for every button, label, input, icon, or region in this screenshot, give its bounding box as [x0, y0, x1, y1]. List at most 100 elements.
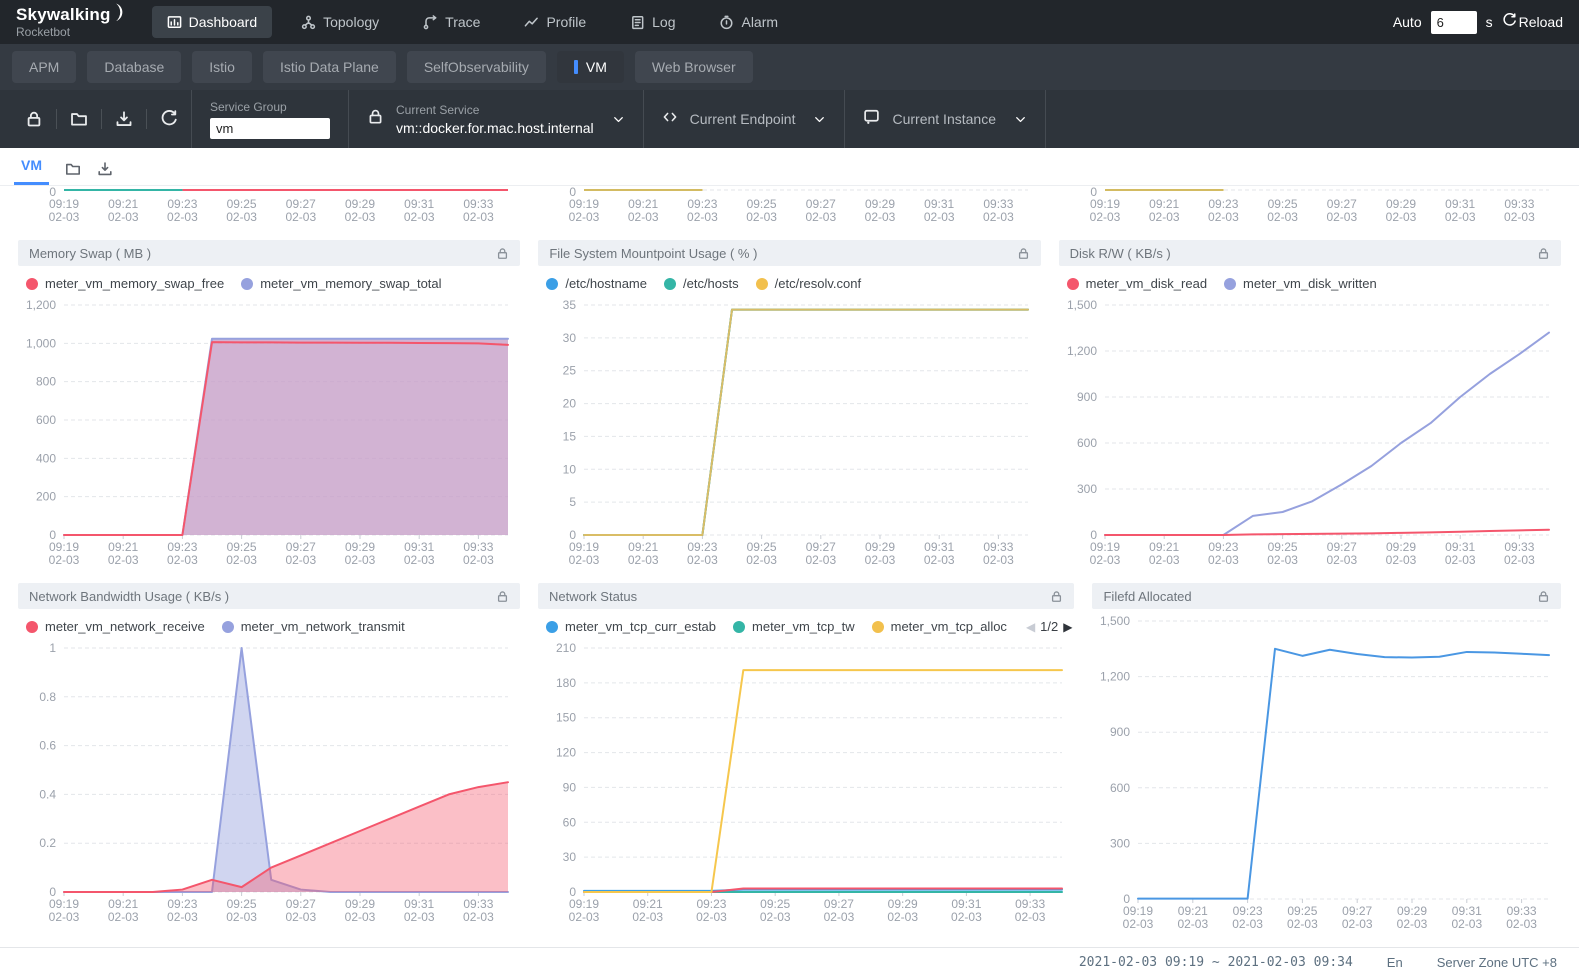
svg-text:120: 120 [556, 746, 576, 760]
dashboard-tab-istio[interactable]: Istio [192, 51, 252, 83]
chart-network-status[interactable]: 210180150120906030009:1902-0309:2102-030… [538, 636, 1074, 931]
chart-fs-mountpoint-usage[interactable]: 3530252015105009:1902-0309:2102-0309:230… [538, 293, 1040, 574]
legend-row: meter_vm_disk_read meter_vm_disk_written [1059, 266, 1561, 293]
svg-text:09:23: 09:23 [167, 540, 197, 554]
panel-lock-icon[interactable] [1537, 247, 1550, 260]
panel-cutoff-left: 009:1902-0309:2102-0309:2302-0309:2502-0… [18, 187, 520, 236]
chart-filefd-allocated[interactable]: 1,5001,200900600300009:1902-0309:2102-03… [1092, 609, 1561, 938]
legend-prev-icon[interactable]: ◀ [1026, 620, 1035, 634]
current-service-select[interactable]: Current Service vm::docker.for.mac.host.… [349, 103, 643, 136]
server-zone[interactable]: Server Zone UTC +8 [1437, 955, 1557, 970]
nav-item-profile[interactable]: Profile [509, 6, 601, 38]
dashboard-tab-istio-data-plane[interactable]: Istio Data Plane [263, 51, 396, 83]
svg-text:02-03: 02-03 [1397, 917, 1428, 931]
legend-dot-icon [664, 278, 676, 290]
svg-text:02-03: 02-03 [463, 553, 494, 567]
legend-item[interactable]: /etc/hostname [546, 276, 647, 291]
svg-text:300: 300 [1077, 482, 1097, 496]
nav-item-dashboard[interactable]: Dashboard [152, 6, 273, 38]
service-group-input[interactable] [210, 118, 330, 139]
panel-lock-icon[interactable] [1537, 590, 1550, 603]
svg-text:09:33: 09:33 [1507, 904, 1537, 918]
legend-dot-icon [26, 278, 38, 290]
svg-text:02-03: 02-03 [49, 553, 80, 567]
legend-dot-icon [1067, 278, 1079, 290]
current-instance-select[interactable]: Current Instance [845, 108, 1045, 130]
nav-item-label: Alarm [741, 14, 778, 30]
svg-text:5: 5 [570, 495, 577, 509]
svg-text:600: 600 [1110, 781, 1130, 795]
legend-item[interactable]: meter_vm_disk_read [1067, 276, 1207, 291]
selector-toolbar: Service Group Current Service vm::docker… [0, 90, 1579, 148]
lock-button[interactable] [12, 110, 56, 128]
legend-dot-icon [1224, 278, 1236, 290]
chart-disk-rw[interactable]: 1,5001,200900600300009:1902-0309:2102-03… [1059, 293, 1561, 574]
chart-cutoff-left[interactable]: 009:1902-0309:2102-0309:2302-0309:2502-0… [18, 187, 520, 236]
legend-item[interactable]: meter_vm_disk_written [1224, 276, 1377, 291]
legend-label: /etc/hosts [683, 276, 739, 291]
tab-vm[interactable]: VM [14, 148, 49, 185]
legend-item[interactable]: /etc/hosts [664, 276, 739, 291]
svg-text:20: 20 [563, 397, 577, 411]
legend-item[interactable]: meter_vm_tcp_alloc [872, 619, 1007, 634]
svg-text:09:21: 09:21 [108, 897, 138, 911]
legend-item[interactable]: meter_vm_memory_swap_total [241, 276, 441, 291]
chart-memory-swap[interactable]: 1,2001,000800600400200009:1902-0309:2102… [18, 293, 520, 574]
svg-text:09:33: 09:33 [463, 197, 493, 211]
svg-text:1,500: 1,500 [1067, 298, 1097, 312]
current-endpoint-select[interactable]: Current Endpoint [644, 109, 845, 130]
svg-text:02-03: 02-03 [285, 210, 316, 224]
svg-text:02-03: 02-03 [1504, 553, 1535, 567]
panel-filefd-allocated: Filefd Allocated1,5001,200900600300009:1… [1092, 583, 1561, 938]
reload-button[interactable]: Reload [1502, 13, 1563, 31]
auto-interval-input[interactable] [1431, 11, 1477, 34]
language-toggle[interactable]: En [1387, 955, 1403, 970]
dashboard-tab-apm[interactable]: APM [12, 51, 76, 83]
import-icon[interactable] [97, 161, 113, 177]
panel-lock-icon[interactable] [496, 247, 509, 260]
dashboard-icon [167, 15, 182, 30]
svg-text:09:33: 09:33 [1504, 540, 1534, 554]
legend-item[interactable]: /etc/resolv.conf [756, 276, 861, 291]
svg-text:02-03: 02-03 [1507, 917, 1538, 931]
logo-title: Skywalking [16, 6, 111, 23]
folder-button[interactable] [57, 110, 101, 128]
nav-item-log[interactable]: Log [615, 6, 690, 38]
legend-pager: ◀1/2▶ [1026, 619, 1073, 634]
nav-item-alarm[interactable]: Alarm [704, 6, 793, 38]
chevron-down-icon [612, 113, 625, 126]
legend-item[interactable]: meter_vm_tcp_tw [733, 619, 855, 634]
legend-item[interactable]: meter_vm_network_transmit [222, 619, 405, 634]
svg-text:02-03: 02-03 [865, 210, 896, 224]
active-tab-indicator [574, 60, 578, 74]
legend-item[interactable]: meter_vm_network_receive [26, 619, 205, 634]
import-button[interactable] [102, 110, 146, 128]
nav-item-topology[interactable]: Topology [286, 6, 394, 38]
nav-item-trace[interactable]: Trace [408, 6, 495, 38]
legend-next-icon[interactable]: ▶ [1063, 620, 1072, 634]
dashboard-tab-selfobservability[interactable]: SelfObservability [407, 51, 546, 83]
svg-text:09:25: 09:25 [227, 540, 257, 554]
svg-text:02-03: 02-03 [687, 210, 718, 224]
app-logo[interactable]: Skywalking Rocketbot [16, 6, 126, 38]
legend-item[interactable]: meter_vm_memory_swap_free [26, 276, 224, 291]
legend-item[interactable]: meter_vm_tcp_curr_estab [546, 619, 716, 634]
time-range[interactable]: 2021-02-03 09:19 ~ 2021-02-03 09:34 [1079, 955, 1353, 970]
chart-cutoff-middle[interactable]: 009:1902-0309:2102-0309:2302-0309:2502-0… [538, 187, 1040, 236]
panel-lock-icon[interactable] [496, 590, 509, 603]
svg-text:1: 1 [49, 641, 56, 655]
chart-network-bandwidth[interactable]: 10.80.60.40.2009:1902-0309:2102-0309:230… [18, 636, 520, 931]
current-service-value: vm::docker.for.mac.host.internal [396, 120, 594, 136]
panel-lock-icon[interactable] [1050, 590, 1063, 603]
dashboard-tab-vm[interactable]: VM [557, 51, 624, 83]
svg-text:09:19: 09:19 [569, 197, 599, 211]
dashboard-tab-web-browser[interactable]: Web Browser [635, 51, 753, 83]
code-icon [662, 109, 678, 130]
dashboard-tab-database[interactable]: Database [87, 51, 181, 83]
chart-cutoff-right[interactable]: 009:1902-0309:2102-0309:2302-0309:2502-0… [1059, 187, 1561, 236]
panel-lock-icon[interactable] [1017, 247, 1030, 260]
refresh-button[interactable] [147, 110, 191, 128]
svg-text:02-03: 02-03 [167, 553, 198, 567]
svg-text:09:31: 09:31 [404, 540, 434, 554]
folder-icon[interactable] [65, 161, 81, 177]
